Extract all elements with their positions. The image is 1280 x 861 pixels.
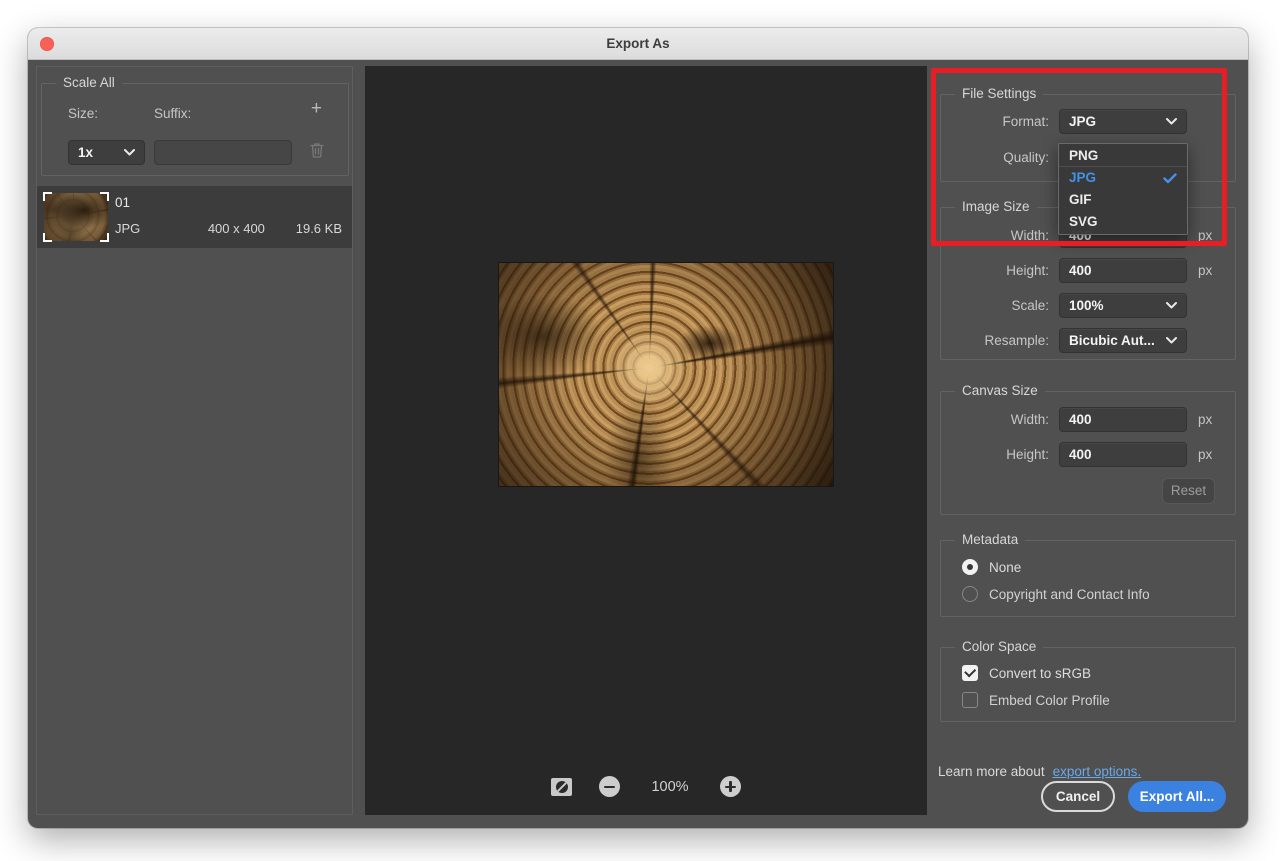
scale-all-section: Scale All Size: Suffix: + 1x: [41, 83, 349, 176]
export-file-row[interactable]: 01 JPG 400 x 400 19.6 KB: [37, 186, 352, 248]
file-dimensions: 400 x 400: [177, 221, 296, 236]
image-height-input[interactable]: 400: [1059, 258, 1187, 283]
export-all-button[interactable]: Export All...: [1128, 781, 1226, 812]
file-settings-legend: File Settings: [955, 86, 1043, 101]
export-options-link[interactable]: export options.: [1053, 764, 1142, 779]
canvas-width-label: Width:: [941, 407, 1049, 432]
zoom-out-button[interactable]: [599, 776, 620, 797]
export-as-dialog: Export As Scale All Size: Suffix: + 1x: [28, 28, 1248, 828]
scale-size-value: 1x: [78, 145, 93, 160]
embed-profile-option[interactable]: Embed Color Profile: [962, 691, 1110, 709]
metadata-option-label: None: [989, 560, 1021, 575]
format-label: Format:: [941, 109, 1049, 134]
canvas-width-input[interactable]: 400: [1059, 407, 1187, 432]
scale-size-select[interactable]: 1x: [68, 140, 145, 165]
image-height-value: 400: [1069, 263, 1092, 278]
color-space-option-label: Convert to sRGB: [989, 666, 1091, 681]
format-option-label: PNG: [1069, 145, 1098, 167]
zoom-toolbar: 100%: [365, 776, 927, 797]
fit-icon: [556, 781, 568, 793]
metadata-section: Metadata None Copyright and Contact Info: [940, 540, 1236, 617]
color-space-option-label: Embed Color Profile: [989, 693, 1110, 708]
format-option-png[interactable]: PNG: [1059, 145, 1187, 167]
image-size-legend: Image Size: [955, 199, 1037, 214]
export-items-panel: Scale All Size: Suffix: + 1x: [36, 66, 353, 815]
canvas-height-label: Height:: [941, 442, 1049, 467]
canvas-height-unit: px: [1198, 442, 1212, 467]
format-option-jpg[interactable]: JPG: [1059, 167, 1187, 189]
quality-label: Quality:: [941, 145, 1049, 170]
add-scale-button[interactable]: +: [311, 99, 322, 118]
learn-more-text: Learn more about export options.: [938, 764, 1141, 779]
format-value: JPG: [1069, 110, 1096, 133]
selection-corner-icon: [100, 192, 109, 201]
resample-label: Resample:: [941, 328, 1049, 353]
height-unit: px: [1198, 258, 1212, 283]
file-format: JPG: [115, 221, 177, 236]
chevron-down-icon: [124, 149, 135, 156]
width-label: Width:: [941, 223, 1049, 248]
selection-corner-icon: [43, 192, 52, 201]
canvas-size-section: Canvas Size Width: 400 px Height: 400 px…: [940, 391, 1236, 515]
scale-value: 100%: [1069, 294, 1104, 317]
file-name: 01: [115, 195, 130, 210]
scale-select[interactable]: 100%: [1059, 293, 1187, 318]
checkbox-unchecked-icon: [962, 692, 978, 708]
format-option-svg[interactable]: SVG: [1059, 211, 1187, 233]
cancel-button[interactable]: Cancel: [1041, 781, 1115, 812]
file-meta: JPG 400 x 400 19.6 KB: [115, 221, 342, 236]
preview-canvas: 100%: [365, 66, 927, 815]
format-option-label: GIF: [1069, 189, 1092, 211]
canvas-width-unit: px: [1198, 407, 1212, 432]
trash-icon: [310, 142, 324, 158]
wood-thumbnail-image: [44, 193, 108, 241]
learn-more-label: Learn more about: [938, 764, 1045, 779]
radio-unselected-icon: [962, 586, 978, 602]
zoom-level: 100%: [647, 779, 693, 795]
radio-selected-icon: [962, 559, 978, 575]
format-option-label: SVG: [1069, 211, 1098, 233]
title-bar: Export As: [28, 28, 1248, 60]
resample-select[interactable]: Bicubic Aut...: [1059, 328, 1187, 353]
chevron-down-icon: [1166, 302, 1177, 309]
zoom-in-button[interactable]: [720, 776, 741, 797]
canvas-height-value: 400: [1069, 447, 1092, 462]
height-label: Height:: [941, 258, 1049, 283]
color-space-section: Color Space Convert to sRGB Embed Color …: [940, 647, 1236, 722]
format-option-gif[interactable]: GIF: [1059, 189, 1187, 211]
width-unit: px: [1198, 223, 1212, 248]
delete-scale-button[interactable]: [310, 142, 324, 158]
reset-button[interactable]: Reset: [1162, 478, 1215, 504]
selection-corner-icon: [100, 233, 109, 242]
convert-srgb-option[interactable]: Convert to sRGB: [962, 664, 1091, 682]
canvas-width-value: 400: [1069, 412, 1092, 427]
fit-to-view-button[interactable]: [551, 778, 572, 796]
color-space-legend: Color Space: [955, 639, 1043, 654]
format-select[interactable]: JPG: [1059, 109, 1187, 134]
canvas-height-input[interactable]: 400: [1059, 442, 1187, 467]
suffix-label: Suffix:: [154, 106, 191, 121]
canvas-size-legend: Canvas Size: [955, 383, 1045, 398]
check-icon: [1163, 173, 1177, 184]
file-thumbnail: [44, 193, 108, 241]
format-dropdown-menu: PNG JPG GIF SVG: [1058, 143, 1188, 235]
scale-label: Scale:: [941, 293, 1049, 318]
chevron-down-icon: [1166, 337, 1177, 344]
metadata-option-copyright[interactable]: Copyright and Contact Info: [962, 585, 1150, 603]
file-size: 19.6 KB: [296, 221, 342, 236]
checkbox-checked-icon: [962, 665, 978, 681]
metadata-option-none[interactable]: None: [962, 558, 1021, 576]
scale-all-legend: Scale All: [56, 75, 122, 90]
preview-image[interactable]: [499, 263, 833, 486]
format-option-label: JPG: [1069, 167, 1096, 189]
resample-value: Bicubic Aut...: [1069, 329, 1155, 352]
selection-corner-icon: [43, 233, 52, 242]
metadata-legend: Metadata: [955, 532, 1025, 547]
chevron-down-icon: [1166, 118, 1177, 125]
size-label: Size:: [68, 106, 98, 121]
window-title: Export As: [28, 36, 1248, 51]
suffix-input[interactable]: [154, 140, 292, 165]
metadata-option-label: Copyright and Contact Info: [989, 587, 1150, 602]
